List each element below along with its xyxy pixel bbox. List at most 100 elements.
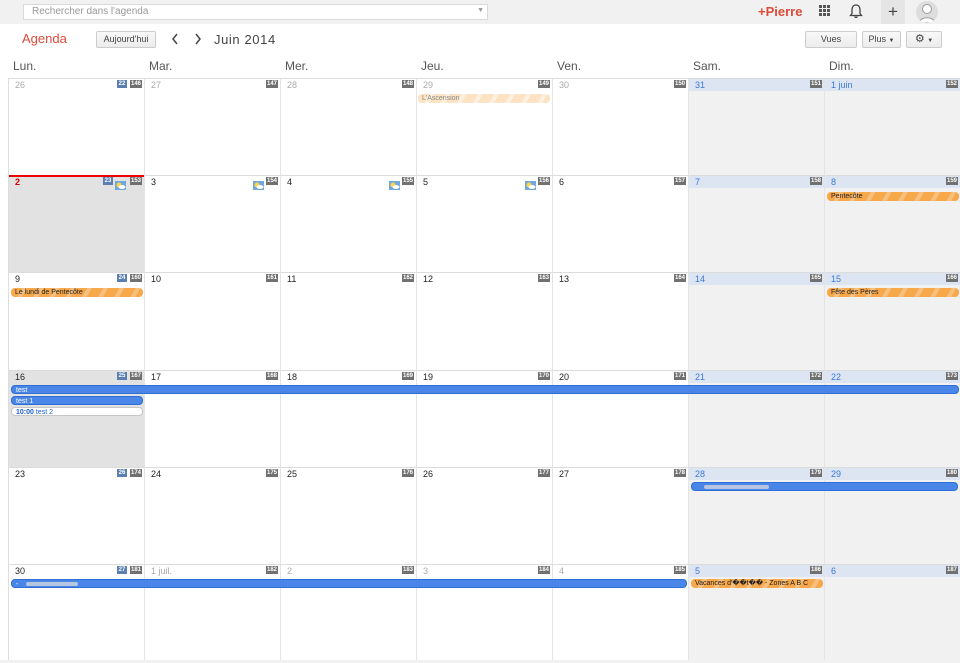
day-cell[interactable]: 3 154 (145, 175, 281, 272)
day-number[interactable]: 2 (287, 566, 292, 576)
today-button[interactable]: Aujourd'hui (96, 31, 156, 48)
day-cell[interactable]: 28 148 (281, 78, 417, 175)
day-of-year-badge: 177 (537, 469, 550, 477)
day-cell[interactable]: 14 165 (689, 272, 825, 370)
day-number[interactable]: 26 (15, 80, 25, 90)
day-cell-header: 29 180 (825, 468, 960, 480)
day-number[interactable]: 5 (695, 566, 700, 576)
day-number[interactable]: 7 (695, 177, 700, 187)
day-number[interactable]: 8 (831, 177, 836, 187)
event-ascension[interactable]: L'Ascension (418, 94, 550, 103)
notifications-bell-icon[interactable] (849, 4, 863, 19)
day-number[interactable]: 28 (287, 80, 297, 90)
day-cell[interactable]: 8 159 (825, 175, 960, 272)
day-number[interactable]: 20 (559, 372, 569, 382)
day-cell[interactable]: 6 157 (553, 175, 689, 272)
day-cell[interactable]: 7 158 (689, 175, 825, 272)
day-cell[interactable]: 13 164 (553, 272, 689, 370)
day-number[interactable]: 12 (423, 274, 433, 284)
day-number[interactable]: 6 (559, 177, 564, 187)
day-number[interactable]: 29 (423, 80, 433, 90)
views-button[interactable]: Vues (805, 31, 857, 48)
day-number[interactable]: 28 (695, 469, 705, 479)
day-number[interactable]: 23 (15, 469, 25, 479)
day-number[interactable]: 10 (151, 274, 161, 284)
day-number[interactable]: 14 (695, 274, 705, 284)
day-number[interactable]: 15 (831, 274, 841, 284)
day-cell[interactable]: 29 149 (417, 78, 553, 175)
day-number[interactable]: 4 (287, 177, 292, 187)
event-test[interactable]: test (11, 385, 959, 394)
day-number[interactable]: 6 (831, 566, 836, 576)
day-cell[interactable]: 11 162 (281, 272, 417, 370)
day-cell[interactable]: 9 160 24 (9, 272, 145, 370)
user-link[interactable]: +Pierre (758, 4, 802, 19)
day-cell[interactable]: 4 155 (281, 175, 417, 272)
day-number[interactable]: 3 (423, 566, 428, 576)
search-dropdown-icon[interactable]: ▼ (477, 7, 484, 14)
day-cell[interactable]: 27 147 (145, 78, 281, 175)
event-last-week[interactable]: - (11, 579, 687, 588)
next-arrow-icon[interactable] (193, 32, 203, 46)
day-cell[interactable]: 15 166 (825, 272, 960, 370)
day-cell[interactable]: 26 177 (417, 467, 553, 564)
event-pentecote[interactable]: Pentecôte (827, 192, 959, 201)
day-cell[interactable]: 26 146 22 (9, 78, 145, 175)
event-vacances[interactable]: Vacances d'��t�� - Zones A B C (691, 579, 823, 588)
day-cell[interactable]: 23 174 26 (9, 467, 145, 564)
day-cell[interactable]: 30 150 (553, 78, 689, 175)
day-cell[interactable]: 25 176 (281, 467, 417, 564)
day-number[interactable]: 16 (15, 372, 25, 382)
day-number[interactable]: 11 (287, 274, 296, 284)
event-test-1[interactable]: test 1 (11, 396, 143, 405)
day-number[interactable]: 19 (423, 372, 433, 382)
day-of-year-badge: 153 (129, 177, 142, 185)
day-number[interactable]: 13 (559, 274, 569, 284)
day-number[interactable]: 9 (15, 274, 20, 284)
day-number[interactable]: 30 (559, 80, 569, 90)
day-number[interactable]: 31 (695, 80, 705, 90)
day-number[interactable]: 3 (151, 177, 156, 187)
event-blurred-weekend[interactable] (691, 482, 958, 491)
apps-grid-icon[interactable] (819, 5, 831, 17)
day-number[interactable]: 25 (287, 469, 297, 479)
day-header-4: Ven. (557, 59, 582, 73)
day-cell[interactable]: 31 151 (689, 78, 825, 175)
day-number[interactable]: 1 juin (831, 80, 853, 90)
day-number[interactable]: 30 (15, 566, 25, 576)
settings-button[interactable]: ⚙ ▼ (906, 31, 942, 48)
event-lundi-pentecote[interactable]: Le lundi de Pentecôte (11, 288, 143, 297)
share-plus-icon[interactable]: + (881, 0, 905, 24)
day-number[interactable]: 5 (423, 177, 428, 187)
day-cell-header: 18 169 (281, 371, 416, 383)
day-cell[interactable]: 10 161 (145, 272, 281, 370)
search-input[interactable]: Rechercher dans l'agenda ▼ (23, 4, 488, 20)
day-cell[interactable]: 2 153 23 (9, 175, 145, 272)
day-number[interactable]: 18 (287, 372, 297, 382)
day-of-year-badge: 167 (129, 372, 142, 380)
day-number[interactable]: 1 juil. (151, 566, 172, 576)
day-number[interactable]: 26 (423, 469, 433, 479)
day-cell[interactable]: 6 187 (825, 564, 960, 660)
previous-arrow-icon[interactable] (170, 32, 180, 46)
day-cell[interactable]: 5 156 (417, 175, 553, 272)
day-cell[interactable]: 27 178 (553, 467, 689, 564)
day-cell[interactable]: 1 juin 152 (825, 78, 960, 175)
event-fete-peres[interactable]: Fête des Pères (827, 288, 959, 297)
day-number[interactable]: 21 (695, 372, 705, 382)
day-cell[interactable]: 12 163 (417, 272, 553, 370)
more-button[interactable]: Plus ▼ (862, 31, 901, 48)
day-number[interactable]: 2 (15, 177, 20, 187)
day-cell[interactable]: 24 175 (145, 467, 281, 564)
day-number[interactable]: 22 (831, 372, 841, 382)
avatar[interactable] (916, 1, 938, 23)
event-test-2[interactable]: 10:00 test 2 (11, 407, 143, 416)
day-number[interactable]: 17 (151, 372, 161, 382)
day-number[interactable]: 29 (831, 469, 841, 479)
day-of-year-badge: 162 (401, 274, 414, 282)
app-title[interactable]: Agenda (22, 31, 67, 46)
day-number[interactable]: 27 (559, 469, 569, 479)
day-number[interactable]: 4 (559, 566, 564, 576)
day-number[interactable]: 24 (151, 469, 161, 479)
day-number[interactable]: 27 (151, 80, 161, 90)
